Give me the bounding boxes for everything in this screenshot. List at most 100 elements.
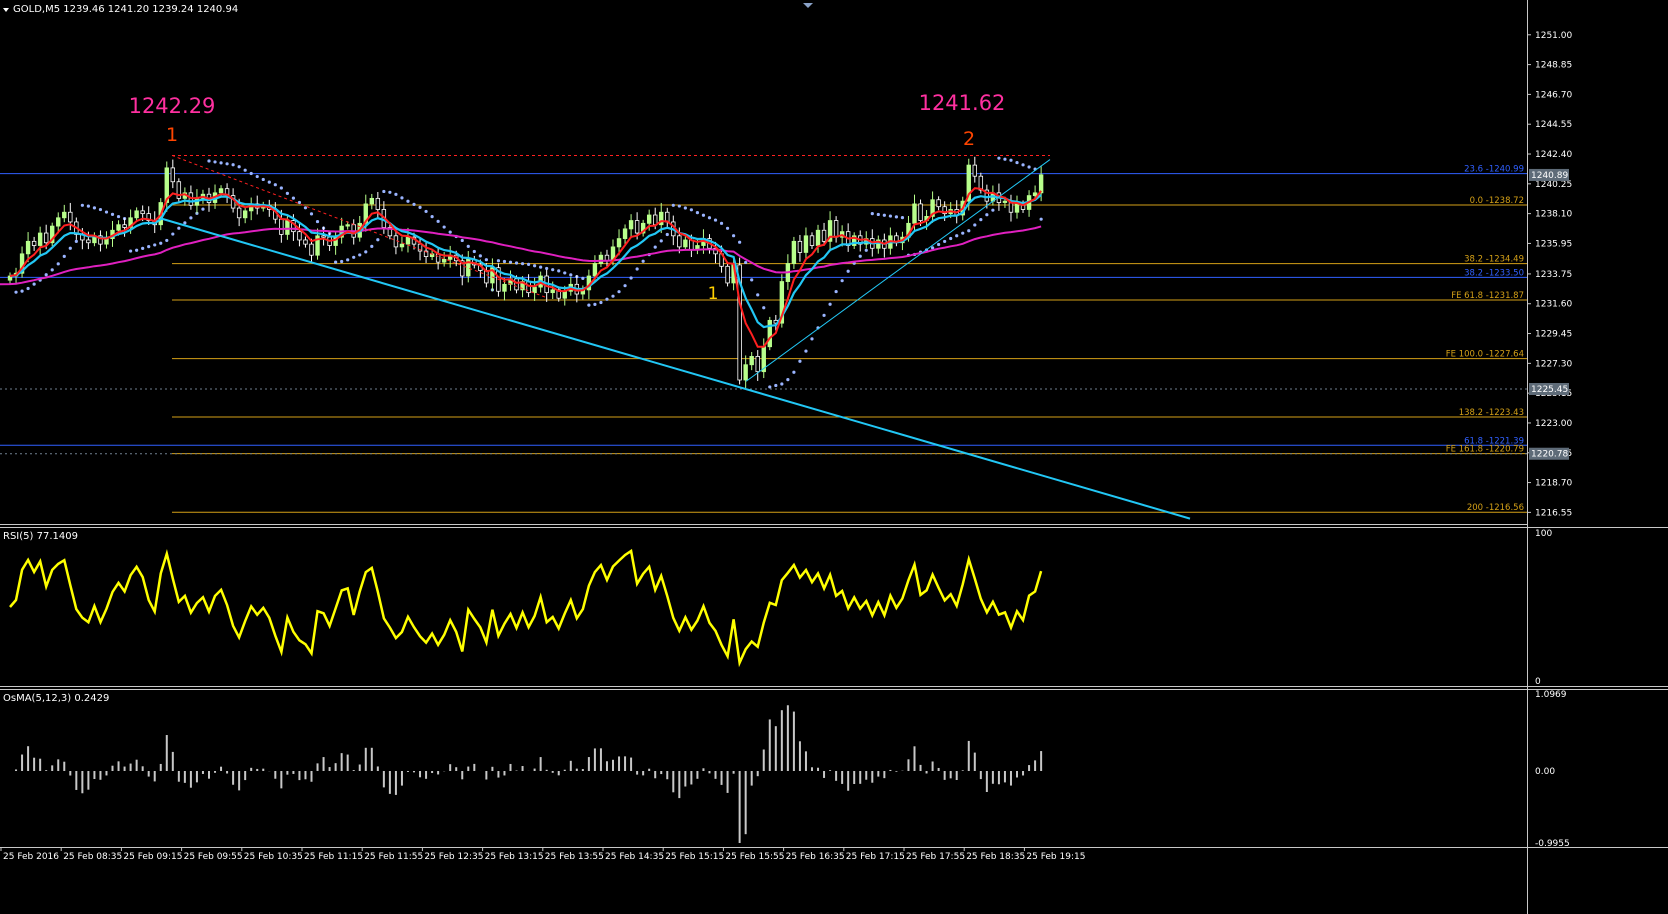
- sar-dot: [1027, 165, 1031, 169]
- candle-body: [622, 228, 628, 239]
- sar-dot: [207, 159, 211, 163]
- price-tick-label: 1244.55: [1535, 120, 1572, 130]
- sar-dot: [147, 245, 151, 249]
- sar-dot: [539, 265, 543, 269]
- time-tick-label: 25 Feb 13:15: [485, 852, 544, 862]
- candle-body: [815, 229, 821, 246]
- sar-dot: [1021, 163, 1025, 167]
- time-tick-label: 25 Feb 08:35: [63, 852, 122, 862]
- sar-dot: [617, 290, 621, 294]
- sar-dot: [888, 214, 892, 218]
- sar-dot: [858, 254, 862, 258]
- time-tick-label: 25 Feb 17:15: [846, 852, 905, 862]
- sar-dot: [623, 284, 627, 288]
- sar-dot: [153, 243, 157, 247]
- sar-dot: [424, 209, 428, 214]
- rsi-tick-label: 0: [1535, 677, 1541, 687]
- candle-body: [303, 239, 308, 245]
- price-tick-label: 1229.45: [1535, 330, 1572, 340]
- sar-dot: [864, 248, 868, 252]
- candle-body: [170, 167, 176, 183]
- sar-dot: [165, 238, 169, 243]
- time-tick-label: 25 Feb 09:55: [184, 852, 243, 862]
- candle-body: [791, 240, 797, 264]
- price-tick-label: 1218.70: [1535, 479, 1572, 489]
- sar-dot: [436, 219, 440, 223]
- candle-body: [526, 281, 531, 294]
- sar-dot: [358, 253, 362, 257]
- sar-dot: [894, 215, 899, 219]
- candle-body: [297, 231, 302, 241]
- sar-dot: [376, 238, 380, 242]
- candle-body: [767, 319, 772, 348]
- sar-dot: [707, 216, 712, 220]
- sar-dot: [985, 213, 989, 217]
- sar-dot: [1039, 217, 1043, 221]
- rsi-header: RSI(5) 77.1409: [3, 531, 78, 542]
- sar-dot: [629, 276, 633, 280]
- sar-dot: [135, 248, 139, 252]
- sar-dot: [472, 249, 476, 254]
- time-tick-label: 25 Feb 10:35: [244, 852, 303, 862]
- sar-dot: [394, 192, 398, 196]
- sar-dot: [370, 244, 374, 248]
- candle-body: [62, 211, 67, 219]
- sar-dot: [780, 382, 784, 386]
- sar-dot: [563, 271, 567, 275]
- candle-body: [683, 239, 688, 248]
- sar-dot: [876, 212, 880, 217]
- sar-dot: [689, 208, 693, 212]
- sar-dot: [171, 232, 175, 236]
- sar-dot: [243, 168, 247, 172]
- sar-dot: [219, 161, 223, 165]
- sar-dot: [526, 262, 531, 266]
- sar-dot: [129, 249, 133, 253]
- candle-body: [279, 218, 284, 235]
- sar-dot: [466, 244, 470, 248]
- sar-dot: [533, 264, 537, 268]
- peak2-number-label: 2: [963, 128, 975, 150]
- sar-dot: [110, 212, 115, 216]
- candle-body: [634, 220, 640, 234]
- sar-dot: [309, 212, 314, 216]
- sar-dot: [846, 269, 850, 273]
- sar-dot: [237, 165, 241, 169]
- sar-dot: [213, 160, 217, 164]
- price-tick-label: 1233.75: [1535, 270, 1572, 280]
- sar-dot: [20, 289, 24, 293]
- level-label: FE 161.8 -1220.79: [1446, 445, 1524, 455]
- time-tick-label: 25 Feb 11:55: [364, 852, 423, 862]
- peak1-number-label: 1: [166, 124, 178, 146]
- sar-dot: [412, 202, 416, 207]
- chart-canvas: 23.6 -1240.99 0.0 -1238.72 38.2 -1234.49 38…: [0, 0, 1668, 914]
- sar-dot: [593, 302, 597, 307]
- sar-dot: [937, 242, 941, 247]
- sar-dot: [587, 303, 591, 307]
- sar-dot: [189, 216, 193, 220]
- sar-dot: [1015, 160, 1019, 165]
- time-tick-label: 25 Feb 17:55: [906, 852, 965, 862]
- sar-dot: [756, 293, 760, 297]
- candle-body: [122, 224, 127, 228]
- sar-dot: [955, 234, 959, 238]
- sar-dot: [973, 223, 977, 227]
- sar-dot: [279, 186, 283, 190]
- sar-dot: [177, 226, 181, 230]
- candle-body: [616, 238, 622, 248]
- candle-body: [242, 210, 248, 219]
- sar-dot: [116, 214, 121, 219]
- candle-body: [1032, 192, 1038, 197]
- sar-dot: [514, 261, 519, 265]
- sar-dot: [460, 238, 464, 243]
- sar-dot: [502, 259, 507, 264]
- sar-dot: [388, 190, 392, 194]
- sar-dot: [762, 306, 766, 310]
- level-label: 38.2 -1234.49: [1464, 255, 1524, 265]
- candle-body: [725, 265, 730, 284]
- candle-body: [309, 243, 314, 256]
- sar-dot: [744, 260, 748, 265]
- sar-dot: [231, 163, 235, 167]
- sar-dot: [798, 359, 802, 363]
- sar-dot: [201, 207, 205, 211]
- sar-dot: [810, 337, 814, 341]
